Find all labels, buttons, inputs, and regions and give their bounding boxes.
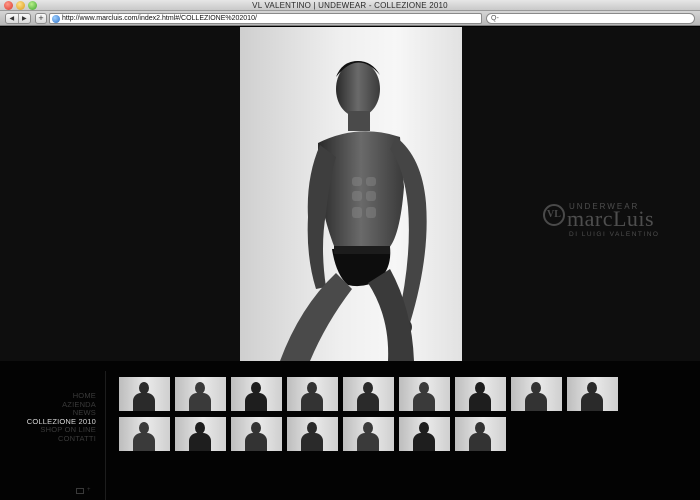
add-bookmark-button[interactable]: + <box>35 13 47 24</box>
brand-logo[interactable]: VL UNDERWEAR marcLuis DI LUIGI VALENTINO <box>543 202 688 242</box>
thumbnail-figure <box>187 422 213 451</box>
globe-icon <box>52 15 60 23</box>
logo-name: marcLuis <box>567 206 655 231</box>
gallery-thumbnail-photo-15[interactable] <box>399 417 450 451</box>
thumbnail-figure <box>411 382 437 411</box>
page-content: VL UNDERWEAR marcLuis DI LUIGI VALENTINO… <box>0 27 700 500</box>
logo-subtitle: DI LUIGI VALENTINO <box>569 231 660 238</box>
gallery-thumbnail-photo-1[interactable] <box>119 377 170 411</box>
main-menu: HOME AZIENDA NEWS COLLEZIONE 2010 SHOP O… <box>0 391 96 444</box>
model-photo <box>280 61 427 361</box>
screen-icon[interactable] <box>76 488 84 494</box>
gallery-thumbnail-photo-3[interactable] <box>231 377 282 411</box>
thumbnail-figure <box>355 422 381 451</box>
gallery-thumbnail-photo-8[interactable] <box>511 377 562 411</box>
gallery-thumbnail-photo-12[interactable] <box>231 417 282 451</box>
gallery-thumbnail-photo-14[interactable] <box>343 417 394 451</box>
thumbnail-figure <box>523 382 549 411</box>
thumbnail-figure <box>467 422 493 451</box>
search-icon: Q- <box>491 15 499 22</box>
logo-monogram: VL <box>543 204 565 226</box>
thumbnail-figure <box>243 382 269 411</box>
hero-photo <box>240 27 462 361</box>
address-bar[interactable]: http://www.marcluis.com/index2.html#/COL… <box>49 13 527 24</box>
back-arrow-icon[interactable]: ◀ <box>6 14 18 23</box>
gallery-thumbnail-photo-10[interactable] <box>119 417 170 451</box>
gallery-thumbnail-photo-16[interactable] <box>455 417 506 451</box>
screen-icon-label: + <box>87 487 91 493</box>
nav-buttons: ◀ ▶ <box>5 13 31 24</box>
thumbnail-figure <box>299 382 325 411</box>
thumbnail-figure <box>355 382 381 411</box>
menu-item-contatti[interactable]: CONTATTI <box>0 434 96 444</box>
thumbnail-figure <box>131 382 157 411</box>
forward-arrow-icon[interactable]: ▶ <box>17 14 31 23</box>
window-title: VL VALENTINO | UNDEWEAR - COLLEZIONE 201… <box>252 1 448 10</box>
thumbnail-figure <box>299 422 325 451</box>
gallery-thumbnail-photo-7[interactable] <box>455 377 506 411</box>
gallery-thumbnail-photo-5[interactable] <box>343 377 394 411</box>
gallery-thumbnail-photo-11[interactable] <box>175 417 226 451</box>
thumbnail-figure <box>131 422 157 451</box>
thumbnail-figure <box>467 382 493 411</box>
vertical-divider <box>105 371 106 500</box>
url-text[interactable]: http://www.marcluis.com/index2.html#/COL… <box>62 14 257 23</box>
thumbnail-figure <box>187 382 213 411</box>
thumbnail-figure <box>243 422 269 451</box>
search-input[interactable]: Q- <box>486 13 695 24</box>
window-titlebar: VL VALENTINO | UNDEWEAR - COLLEZIONE 201… <box>0 0 700 11</box>
gallery-thumbnail-photo-4[interactable] <box>287 377 338 411</box>
gallery-thumbnail-photo-2[interactable] <box>175 377 226 411</box>
thumbnail-figure <box>579 382 605 411</box>
gallery-thumbnail-photo-13[interactable] <box>287 417 338 451</box>
gallery-thumbnail-photo-6[interactable] <box>399 377 450 411</box>
gallery-thumbnail-photo-9[interactable] <box>567 377 618 411</box>
footer-panel: HOME AZIENDA NEWS COLLEZIONE 2010 SHOP O… <box>0 361 700 500</box>
browser-toolbar: ◀ ▶ + http://www.marcluis.com/index2.htm… <box>0 11 700 26</box>
thumbnail-figure <box>411 422 437 451</box>
